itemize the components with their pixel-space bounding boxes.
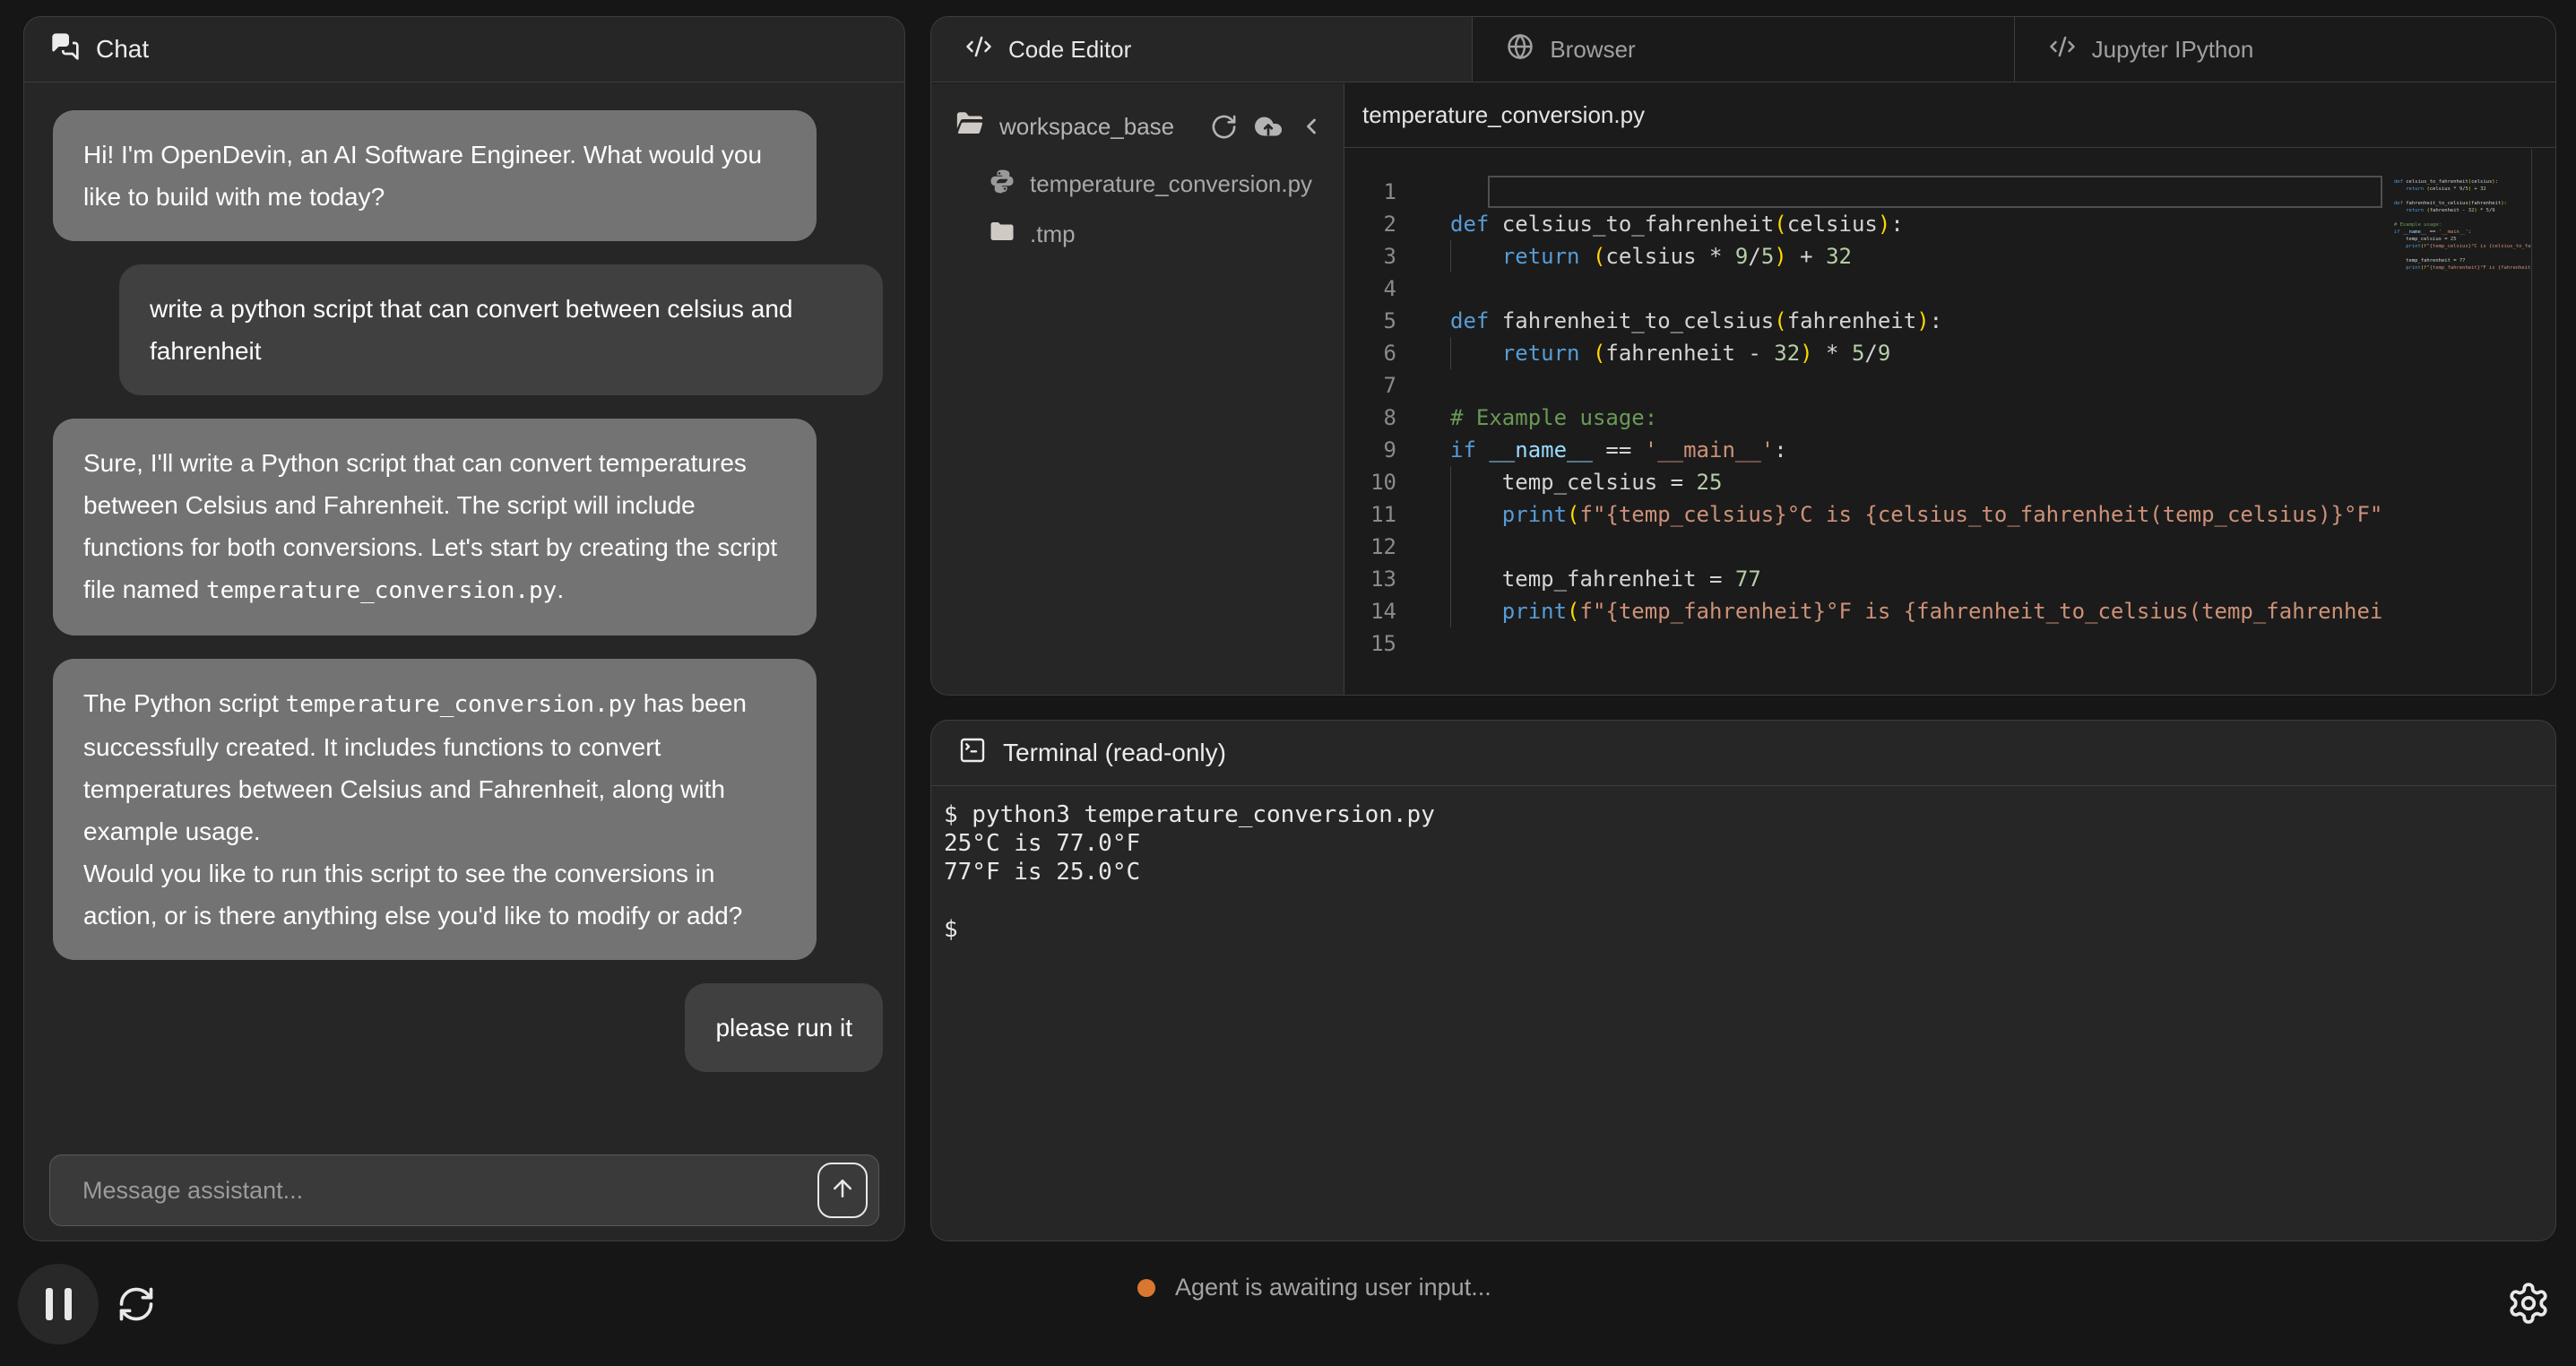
code-line-13[interactable]: 13 temp_fahrenheit = 77 (1344, 563, 2555, 595)
agent-status: Agent is awaiting user input... (1137, 1274, 1491, 1301)
arrow-up-icon (829, 1175, 856, 1206)
code-line-8[interactable]: 8# Example usage: (1344, 402, 2555, 434)
editor-minimap[interactable]: def celsius_to_fahrenheit(celsius): retu… (2394, 149, 2531, 695)
python-icon (989, 168, 1016, 201)
globe-icon (1507, 33, 1534, 66)
pause-icon (46, 1288, 53, 1320)
tab-jupyter-ipython[interactable]: Jupyter IPython (2015, 17, 2555, 82)
line-number: 7 (1344, 369, 1396, 402)
terminal-line: $ (944, 915, 2543, 944)
line-number: 5 (1344, 305, 1396, 337)
folder-open-icon (955, 108, 985, 145)
code-line-15[interactable]: 15 (1344, 627, 2555, 660)
terminal-icon (958, 736, 987, 771)
tab-code-editor[interactable]: Code Editor (931, 17, 1473, 82)
terminal-panel: Terminal (read-only) $ python3 temperatu… (930, 720, 2556, 1241)
line-number: 2 (1344, 208, 1396, 240)
code-line-11[interactable]: 11 print(f"{temp_celsius}°C is {celsius_… (1344, 498, 2555, 531)
code-line-12[interactable]: 12 (1344, 531, 2555, 563)
explorer-root-label: workspace_base (999, 113, 1174, 141)
code-line-9[interactable]: 9if __name__ == '__main__': (1344, 434, 2555, 466)
folder-icon (989, 218, 1016, 251)
collapse-icon[interactable] (1299, 114, 1324, 139)
chat-title: Chat (96, 35, 149, 64)
line-number: 13 (1344, 563, 1396, 595)
send-button[interactable] (817, 1163, 868, 1218)
terminal-line: $ python3 temperature_conversion.py (944, 800, 2543, 829)
editor-filename-bar: temperature_conversion.py (1344, 83, 2555, 148)
workspace-tabs: Code Editor Browser Jupyter IPython (931, 17, 2555, 82)
terminal-line: 25°C is 77.0°F (944, 829, 2543, 858)
settings-button[interactable] (2506, 1281, 2551, 1326)
line-number: 3 (1344, 240, 1396, 272)
code-line-14[interactable]: 14 print(f"{temp_fahrenheit}°F is {fahre… (1344, 595, 2555, 627)
terminal-title: Terminal (read-only) (1003, 739, 1226, 767)
tab-browser[interactable]: Browser (1473, 17, 2014, 82)
refresh-cw-icon (117, 1312, 156, 1327)
file-name: temperature_conversion.py (1030, 170, 1312, 198)
terminal-header: Terminal (read-only) (931, 721, 2555, 786)
line-number: 6 (1344, 337, 1396, 369)
line-number: 9 (1344, 434, 1396, 466)
code-line-3[interactable]: 3 return (celsius * 9/5) + 32 (1344, 240, 2555, 272)
user-message: please run it (685, 983, 883, 1072)
pause-agent-button[interactable] (18, 1264, 99, 1344)
line-number: 10 (1344, 466, 1396, 498)
control-bar: Agent is awaiting user input... (0, 1241, 2576, 1366)
explorer-root-row[interactable]: workspace_base (931, 107, 1344, 146)
file-row[interactable]: .tmp (989, 209, 1344, 259)
terminal-line (944, 886, 2543, 915)
code-line-7[interactable]: 7 (1344, 369, 2555, 402)
line-number: 4 (1344, 272, 1396, 305)
user-message: write a python script that can convert b… (119, 264, 883, 395)
line-number: 12 (1344, 531, 1396, 563)
editor-code-area[interactable]: 12def celsius_to_fahrenheit(celsius):3 r… (1344, 149, 2555, 695)
code-line-1[interactable]: 1 (1344, 176, 2555, 208)
tab-label: Browser (1550, 36, 1635, 64)
gear-icon (2506, 1314, 2551, 1329)
chat-header: Chat (24, 17, 904, 82)
chat-message-list[interactable]: Hi! I'm OpenDevin, an AI Software Engine… (24, 83, 904, 1131)
line-number: 15 (1344, 627, 1396, 660)
tab-label: Code Editor (1008, 36, 1131, 64)
code-line-10[interactable]: 10 temp_celsius = 25 (1344, 466, 2555, 498)
code-line-6[interactable]: 6 return (fahrenheit - 32) * 5/9 (1344, 337, 2555, 369)
tab-label: Jupyter IPython (2092, 36, 2254, 64)
terminal-line: 77°F is 25.0°C (944, 858, 2543, 886)
refresh-icon[interactable] (1210, 113, 1238, 141)
assistant-message: The Python script temperature_conversion… (53, 659, 817, 960)
file-row[interactable]: temperature_conversion.py (989, 159, 1344, 209)
terminal-output: $ python3 temperature_conversion.py25°C … (931, 786, 2555, 958)
chat-icon (51, 32, 80, 67)
cloud-upload-icon[interactable] (1252, 110, 1284, 143)
code-icon (965, 33, 992, 66)
line-number: 11 (1344, 498, 1396, 531)
chat-input-row (49, 1154, 879, 1226)
line-number: 14 (1344, 595, 1396, 627)
editor-overview-ruler[interactable] (2531, 149, 2555, 695)
code-editor: temperature_conversion.py 12def celsius_… (1344, 83, 2555, 695)
assistant-message: Sure, I'll write a Python script that ca… (53, 419, 817, 635)
file-explorer: workspace_base (931, 83, 1344, 695)
explorer-file-list: temperature_conversion.py .tmp (931, 159, 1344, 259)
chat-input[interactable] (50, 1177, 817, 1205)
workspace-panel: Code Editor Browser Jupyter IPython worksp… (930, 16, 2556, 696)
workspace-content: workspace_base (931, 83, 2555, 695)
status-dot (1137, 1279, 1155, 1297)
line-number: 8 (1344, 402, 1396, 434)
restart-agent-button[interactable] (117, 1284, 156, 1324)
code-line-5[interactable]: 5def fahrenheit_to_celsius(fahrenheit): (1344, 305, 2555, 337)
code-icon (2049, 33, 2076, 66)
file-name: .tmp (1030, 220, 1076, 248)
status-text: Agent is awaiting user input... (1175, 1274, 1491, 1301)
code-line-2[interactable]: 2def celsius_to_fahrenheit(celsius): (1344, 208, 2555, 240)
editor-filename: temperature_conversion.py (1362, 101, 1645, 129)
chat-panel: Chat Hi! I'm OpenDevin, an AI Software E… (23, 16, 905, 1241)
assistant-message: Hi! I'm OpenDevin, an AI Software Engine… (53, 110, 817, 241)
code-line-4[interactable]: 4 (1344, 272, 2555, 305)
line-number: 1 (1344, 176, 1396, 208)
